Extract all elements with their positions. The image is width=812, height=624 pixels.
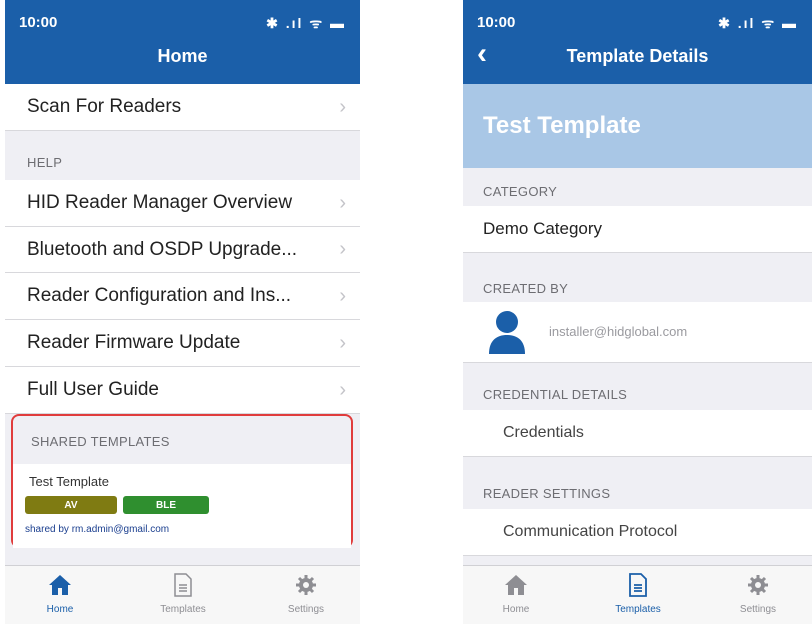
status-icons: ✱ .ıl ᯤ ▬ — [266, 15, 346, 31]
chevron-right-icon: › — [339, 238, 346, 260]
gear-icon — [261, 572, 351, 598]
home-icon — [471, 572, 561, 598]
tab-templates[interactable]: Templates — [138, 572, 228, 622]
template-name: Test Template — [29, 474, 109, 489]
tag-badge: AV — [25, 496, 117, 514]
home-icon — [15, 572, 105, 598]
help-item[interactable]: Bluetooth and OSDP Upgrade... › — [5, 227, 360, 273]
row-label: Full User Guide — [27, 379, 159, 400]
created-by-row: installer@hidglobal.com — [463, 302, 812, 363]
tab-home[interactable]: Home — [471, 572, 561, 622]
tab-templates[interactable]: Templates — [593, 572, 683, 622]
chevron-right-icon: › — [339, 95, 346, 118]
shared-templates-header: SHARED TEMPLATES — [31, 434, 170, 449]
chevron-right-icon: › — [339, 331, 346, 354]
user-avatar-icon — [487, 310, 527, 359]
row-label: Bluetooth and OSDP Upgrade... — [27, 238, 298, 260]
template-header: Test Template — [463, 84, 812, 168]
status-bar: 10:00 ✱ .ıl ᯤ ▬ — [5, 0, 360, 40]
tab-label: Settings — [287, 604, 325, 615]
tab-label: Templates — [160, 604, 206, 615]
row-label: Reader Firmware Update — [27, 332, 241, 353]
created-by-email: installer@hidglobal.com — [549, 324, 688, 339]
row-label: Scan For Readers — [27, 96, 182, 117]
shared-template-card[interactable]: Test Template AV BLE shared by rm.admin@… — [13, 464, 351, 548]
document-icon — [593, 572, 683, 598]
tab-settings[interactable]: Settings — [713, 572, 803, 622]
category-value: Demo Category — [483, 219, 603, 238]
help-item[interactable]: Reader Firmware Update › — [5, 320, 360, 367]
row-label: HID Reader Manager Overview — [27, 192, 293, 213]
shared-templates-section: SHARED TEMPLATES Test Template AV BLE sh… — [11, 414, 353, 548]
credentials-label: Credentials — [503, 424, 584, 441]
help-item[interactable]: Reader Configuration and Ins... › — [5, 273, 360, 320]
tab-label: Templates — [615, 604, 661, 615]
tab-label: Home — [46, 604, 74, 615]
home-screen: 10:00 ✱ .ıl ᯤ ▬ Home Scan For Readers › … — [5, 0, 360, 624]
help-item[interactable]: HID Reader Manager Overview › — [5, 180, 360, 227]
nav-bar: 10:00 ✱ .ıl ᯤ ▬ Home — [5, 0, 360, 84]
tab-home[interactable]: Home — [15, 572, 105, 622]
status-time: 10:00 — [19, 14, 58, 31]
tab-bar: Home Templates Settings — [463, 565, 812, 624]
help-section-header: HELP — [27, 155, 63, 170]
help-item[interactable]: Full User Guide › — [5, 367, 360, 414]
status-bar: 10:00 ✱ .ıl ᯤ ▬ — [463, 0, 812, 40]
scan-for-readers-row[interactable]: Scan For Readers › — [5, 84, 360, 131]
template-title: Test Template — [483, 112, 641, 139]
tab-bar: Home Templates Settings — [5, 565, 360, 624]
page-title: Home — [157, 46, 208, 66]
tab-label: Home — [502, 604, 530, 615]
chevron-right-icon: › — [339, 284, 346, 307]
credentials-row[interactable]: Credentials — [463, 410, 812, 457]
shared-by-text: shared by rm.admin@gmail.com — [25, 524, 170, 535]
created-by-header: CREATED BY — [483, 281, 569, 296]
category-header: CATEGORY — [483, 184, 558, 199]
reader-settings-header: READER SETTINGS — [483, 486, 611, 501]
template-details-screen: 10:00 ✱ .ıl ᯤ ▬ ‹ Template Details Test … — [463, 0, 812, 624]
status-time: 10:00 — [477, 14, 516, 31]
status-icons: ✱ .ıl ᯤ ▬ — [718, 15, 798, 31]
row-label: Reader Configuration and Ins... — [27, 285, 292, 306]
credential-details-header: CREDENTIAL DETAILS — [483, 387, 628, 402]
category-row: Demo Category — [463, 206, 812, 253]
tag-badge: BLE — [123, 496, 209, 514]
document-icon — [138, 572, 228, 598]
tab-settings[interactable]: Settings — [261, 572, 351, 622]
page-title: Template Details — [566, 46, 709, 66]
gear-icon — [713, 572, 803, 598]
communication-protocol-row[interactable]: Communication Protocol — [463, 509, 812, 556]
chevron-right-icon: › — [339, 191, 346, 214]
chevron-right-icon: › — [339, 378, 346, 401]
nav-bar: 10:00 ✱ .ıl ᯤ ▬ ‹ Template Details — [463, 0, 812, 84]
tab-label: Settings — [739, 604, 777, 615]
communication-protocol-label: Communication Protocol — [503, 523, 678, 540]
